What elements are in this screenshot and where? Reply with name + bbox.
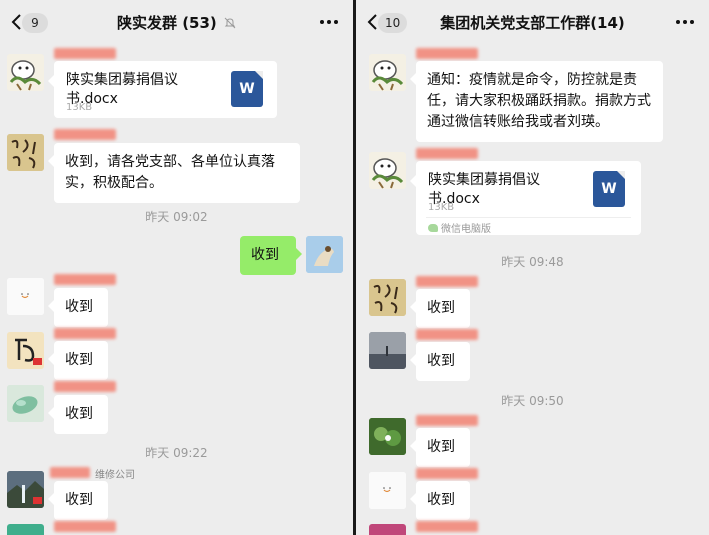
chat-title: 集团机关党支部工作群(14) — [406, 12, 659, 33]
unread-count-badge[interactable]: 9 — [22, 13, 48, 33]
sender-name-redacted — [54, 521, 116, 532]
wechat-icon — [428, 224, 438, 232]
sender-company: 维修公司 — [95, 470, 135, 481]
sender-name-redacted — [54, 129, 116, 140]
avatar[interactable] — [369, 524, 406, 535]
text-message[interactable]: 收到，请各党支部、各单位认真落实，积极配合。 — [48, 143, 300, 203]
word-document-icon: W — [593, 171, 625, 207]
avatar[interactable] — [369, 54, 406, 91]
timestamp: 昨天 09:50 — [501, 394, 564, 408]
avatar[interactable] — [7, 332, 44, 369]
avatar[interactable] — [7, 54, 44, 91]
avatar[interactable] — [369, 472, 406, 509]
file-size: 13KB — [66, 102, 93, 113]
word-document-icon: W — [231, 71, 263, 107]
notice-message[interactable]: 通知：疫情就是命令，防控就是责任，请大家积极踊跃捐款。捐款方式通过微信转账给我或… — [410, 61, 663, 142]
file-message[interactable]: 陕实集团募捐倡议书.docx 13KB W — [48, 61, 277, 118]
avatar[interactable] — [7, 385, 44, 422]
sender-name-redacted — [416, 468, 478, 479]
avatar[interactable] — [369, 418, 406, 455]
timestamp: 昨天 09:48 — [501, 255, 564, 269]
avatar[interactable] — [7, 278, 44, 315]
sender-name-redacted — [54, 48, 116, 59]
sender-name-redacted — [416, 521, 478, 532]
file-size: 13KB — [428, 202, 455, 213]
avatar[interactable] — [369, 279, 406, 316]
file-source: 微信电脑版 — [428, 220, 491, 235]
my-text-message[interactable]: 收到 — [240, 236, 302, 275]
text-message[interactable]: 收到 — [410, 342, 470, 381]
file-source-label: 微信电脑版 — [441, 224, 491, 235]
chat-title: 陕实发群 (53) — [50, 12, 303, 33]
divider — [426, 217, 631, 218]
avatar[interactable] — [369, 152, 406, 189]
sender-name-redacted — [54, 328, 116, 339]
right-chat-window: 10 集团机关党支部工作群(14) 通知：疫情就是命令，防控就是责任，请大家积极… — [356, 0, 709, 535]
file-message[interactable]: 陕实集团募捐倡议书.docx 13KB W 微信电脑版 — [410, 161, 641, 235]
text-message[interactable]: 收到 — [410, 428, 470, 467]
text-message[interactable]: 收到 — [48, 395, 108, 434]
chat-header: 9 陕实发群 (53) — [0, 0, 353, 44]
more-dots-icon[interactable] — [675, 19, 695, 25]
avatar[interactable] — [7, 134, 44, 171]
more-dots-icon[interactable] — [319, 19, 339, 25]
avatar[interactable] — [7, 471, 44, 508]
chat-title-text: 陕实发群 (53) — [116, 14, 217, 32]
sender-name-redacted — [416, 415, 478, 426]
sender-name-redacted — [416, 48, 478, 59]
text-message[interactable]: 收到 — [48, 288, 108, 327]
sender-name-redacted — [54, 381, 116, 392]
bell-muted-icon — [224, 17, 236, 29]
text-message[interactable]: 收到 — [410, 289, 470, 328]
text-message[interactable]: 收到 — [48, 341, 108, 380]
timestamp: 昨天 09:22 — [145, 446, 208, 460]
text-message[interactable]: 收到 — [410, 481, 470, 520]
chat-header: 10 集团机关党支部工作群(14) — [356, 0, 709, 44]
left-chat-window: 9 陕实发群 (53) 陕实集团募捐倡议书.docx 13KB W 收到，请各党… — [0, 0, 353, 535]
unread-count-badge[interactable]: 10 — [378, 13, 408, 33]
sender-name-redacted — [416, 329, 478, 340]
avatar[interactable] — [369, 332, 406, 369]
avatar[interactable] — [7, 524, 44, 535]
timestamp: 昨天 09:02 — [145, 210, 208, 224]
text-message[interactable]: 收到 — [48, 481, 108, 520]
chat-title-text: 集团机关党支部工作群(14) — [440, 14, 625, 32]
my-avatar[interactable] — [306, 236, 343, 273]
sender-name-redacted — [416, 276, 478, 287]
sender-name-redacted — [50, 467, 90, 478]
sender-name-redacted — [54, 274, 116, 285]
sender-name-redacted — [416, 148, 478, 159]
